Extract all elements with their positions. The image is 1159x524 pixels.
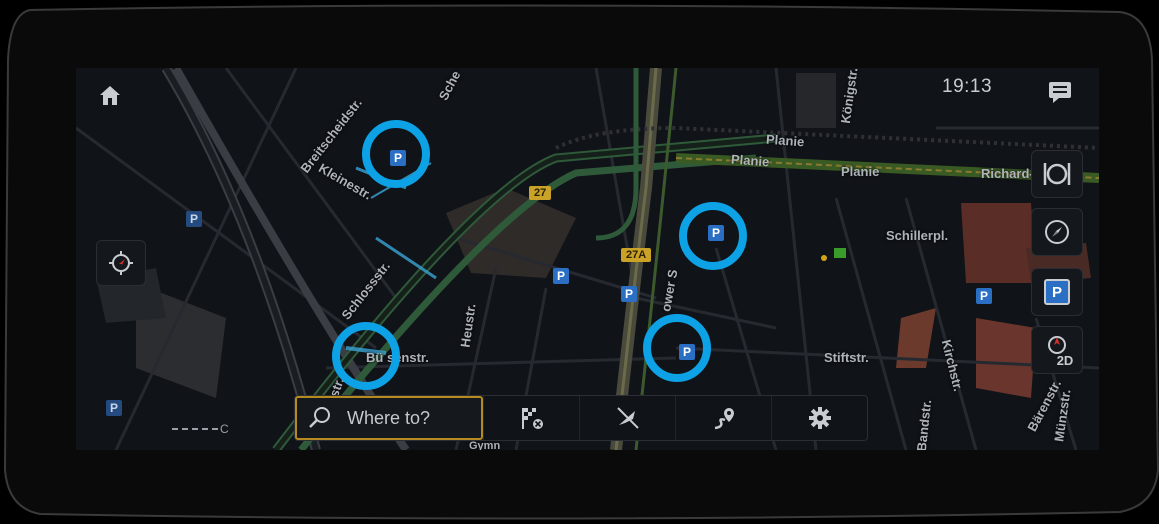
map-orientation-button[interactable]: 2D — [1031, 326, 1083, 374]
road-label: Planie — [765, 131, 805, 150]
parking-poi-button[interactable]: P — [1031, 268, 1083, 316]
destination-flag-icon — [521, 408, 543, 429]
parking-icon: P — [1044, 279, 1070, 305]
settings-button[interactable] — [771, 396, 867, 440]
bottom-navigation-bar: Where to? — [294, 395, 868, 441]
search-placeholder: Where to? — [347, 407, 431, 428]
clock: 19:13 — [942, 76, 993, 97]
heading-2d-icon — [1048, 335, 1066, 354]
road-label: Planie — [730, 151, 770, 170]
message-button[interactable] — [1042, 76, 1078, 108]
parking-icon[interactable]: P — [106, 400, 122, 416]
road-label: Stiftstr. — [824, 350, 869, 365]
navigation-screen: Breitscheidstr. Kleinestr. Schlossstr. H… — [76, 68, 1099, 450]
home-button[interactable] — [90, 78, 130, 112]
locate-button[interactable] — [96, 240, 146, 286]
parking-icon[interactable]: P — [621, 286, 637, 302]
search-icon — [309, 407, 330, 428]
parking-highlight-ring — [332, 322, 400, 390]
message-icon — [1049, 82, 1071, 103]
parking-highlight-ring — [362, 120, 430, 188]
route-button[interactable] — [675, 396, 771, 440]
map-scale-label: C — [220, 422, 229, 436]
mute-guidance-icon — [616, 407, 639, 429]
route-badge: 27 — [529, 186, 552, 200]
search-input[interactable]: Where to? — [295, 396, 483, 440]
locate-position-icon — [109, 251, 133, 275]
parking-icon[interactable]: P — [553, 268, 569, 284]
orientation-mode-label: 2D — [1056, 352, 1074, 368]
parking-highlight-ring — [679, 202, 747, 270]
map-scale: C — [172, 422, 229, 436]
compass-button[interactable] — [1031, 208, 1083, 256]
gear-icon — [808, 407, 831, 429]
restaurant-icon — [1043, 163, 1071, 185]
mute-guidance-button[interactable] — [579, 396, 675, 440]
compass-icon — [1045, 220, 1069, 244]
destination-button[interactable] — [483, 396, 579, 440]
map-canvas[interactable] — [76, 68, 1099, 450]
parking-highlight-ring — [643, 314, 711, 382]
road-label: Schillerpl. — [886, 228, 949, 243]
restaurant-poi-button[interactable] — [1031, 150, 1083, 198]
road-label: Richard- — [981, 166, 1034, 181]
parking-icon[interactable]: P — [186, 211, 202, 227]
road-label: Planie — [841, 164, 880, 179]
home-icon — [100, 86, 120, 105]
parking-icon[interactable]: P — [976, 288, 992, 304]
road-label: Gymn — [469, 440, 501, 450]
route-icon — [714, 408, 734, 430]
route-badge: 27A — [621, 248, 652, 262]
